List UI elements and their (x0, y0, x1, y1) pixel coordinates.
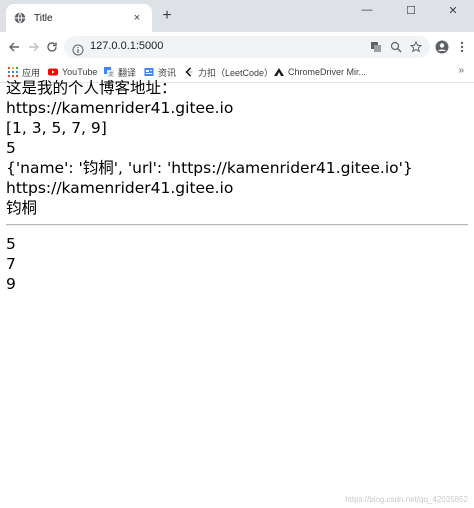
loop-item: 5 (6, 235, 16, 253)
tab-close-icon[interactable]: × (130, 11, 144, 25)
forward-arrow-icon (29, 42, 39, 52)
chromedriver-icon (274, 67, 284, 77)
youtube-icon (48, 67, 58, 77)
maximize-icon: ☐ (406, 4, 416, 17)
forward-button[interactable] (26, 39, 42, 55)
horizontal-divider (6, 224, 468, 226)
minimize-icon: — (361, 4, 373, 16)
kebab-menu-icon (460, 41, 464, 53)
address-bar[interactable]: 127.0.0.1:5000 (64, 36, 430, 58)
zoom-icon[interactable] (390, 41, 402, 53)
bookmark-youtube[interactable]: YouTube (48, 66, 97, 78)
browser-toolbar: 127.0.0.1:5000 (0, 32, 474, 62)
bookmark-label: 力扣（LeetCode） (198, 67, 274, 78)
tab-strip: Title × + — ☐ ✕ (0, 0, 474, 32)
list-index-output: 5 (6, 139, 16, 157)
leetcode-icon (184, 67, 194, 77)
info-icon[interactable] (72, 41, 84, 56)
bookmark-label: ChromeDriver Mir... (288, 67, 367, 77)
bookmark-label: 应用 (22, 67, 41, 78)
list-output: [1, 3, 5, 7, 9] (6, 119, 107, 137)
new-tab-button[interactable]: + (158, 7, 176, 25)
url-text: 127.0.0.1:5000 (90, 40, 164, 52)
loop-item: 7 (6, 255, 16, 273)
svg-text:文: 文 (109, 71, 114, 77)
watermark: https://blog.csdn.net/qq_42035852 (345, 495, 468, 504)
reload-button[interactable] (44, 39, 60, 55)
translate-icon: 文 (104, 67, 114, 78)
bookmark-label: 资讯 (158, 67, 177, 78)
back-button[interactable] (6, 39, 22, 55)
bookmark-translate[interactable]: 文 翻译 (104, 66, 136, 78)
blog-intro-text: 这是我的个人博客地址： (6, 79, 177, 97)
reload-icon (47, 42, 57, 52)
more-bookmarks-icon[interactable]: » (458, 65, 464, 76)
bookmark-leetcode[interactable]: 力扣（LeetCode） (184, 66, 273, 78)
bookmark-news[interactable]: 资讯 (144, 66, 176, 78)
loop-item: 9 (6, 275, 16, 293)
profile-button[interactable] (434, 39, 450, 55)
apps-grid-icon (8, 67, 18, 77)
globe-icon (14, 12, 26, 24)
dict-output: {'name': '钧桐', 'url': 'https://kamenride… (6, 159, 413, 177)
bookmark-star-icon[interactable] (410, 41, 422, 53)
bookmark-label: YouTube (62, 67, 98, 77)
blog-url-text: https://kamenrider41.gitee.io (6, 99, 234, 117)
minimize-button[interactable]: — (346, 0, 388, 20)
dict-url-output: https://kamenrider41.gitee.io (6, 179, 234, 197)
page-content: 这是我的个人博客地址： https://kamenrider41.gitee.i… (6, 78, 468, 294)
dict-name-output: 钧桐 (6, 199, 38, 217)
bookmark-chromedriver[interactable]: ChromeDriver Mir... (274, 66, 366, 78)
profile-icon (435, 40, 449, 54)
tab-title-tab[interactable]: Title × (6, 4, 152, 32)
news-icon (144, 67, 154, 77)
close-window-button[interactable]: ✕ (432, 0, 474, 20)
back-arrow-icon (9, 42, 19, 52)
bookmark-label: 翻译 (118, 67, 137, 78)
bookmark-apps[interactable]: 应用 (8, 66, 40, 78)
translate-page-icon[interactable] (370, 41, 382, 53)
maximize-button[interactable]: ☐ (390, 0, 432, 20)
close-icon: ✕ (448, 4, 458, 17)
menu-button[interactable] (454, 39, 470, 55)
tab-title: Title (34, 12, 53, 24)
